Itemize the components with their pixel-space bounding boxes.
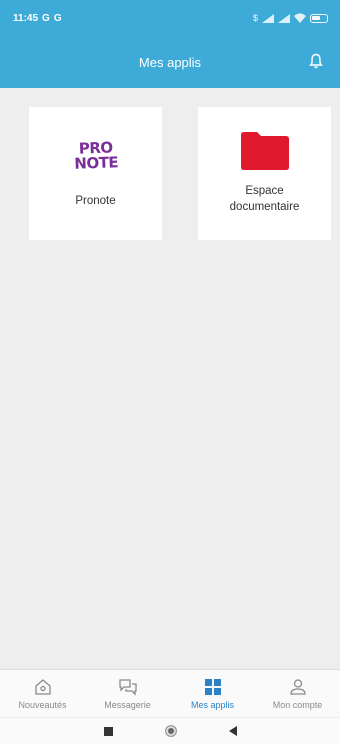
signal-icon	[262, 13, 274, 23]
status-left: 11:45 G G	[13, 13, 62, 24]
app-label: Pronote	[75, 195, 116, 207]
app-label: Espace documentaire	[229, 185, 300, 213]
bell-icon[interactable]	[305, 49, 327, 73]
app-tile-espace-documentaire[interactable]: Espace documentaire	[198, 107, 331, 240]
home-button[interactable]	[164, 725, 177, 737]
nav-label: Nouveautés	[18, 700, 67, 710]
wifi-icon	[294, 13, 306, 23]
apps-grid: PRO NOTE Pronote Espace documentaire	[0, 88, 340, 668]
notification-icon: G	[42, 12, 50, 24]
status-right: $	[253, 13, 328, 23]
bottom-nav: Nouveautés Messagerie Mes applis Mon com…	[0, 669, 340, 717]
page-title: Mes applis	[138, 54, 202, 70]
pronote-logo: PRO NOTE	[73, 134, 118, 177]
recents-button[interactable]	[103, 726, 113, 736]
signal-icon	[278, 13, 290, 23]
system-nav-bar	[0, 718, 340, 744]
chat-icon	[117, 677, 139, 697]
nav-item-messagerie[interactable]: Messagerie	[85, 670, 170, 717]
notification-icon: G	[53, 12, 62, 24]
nav-item-mes-applis[interactable]: Mes applis	[170, 670, 255, 717]
back-button[interactable]	[228, 726, 237, 736]
user-icon	[287, 677, 309, 697]
nav-item-mon-compte[interactable]: Mon compte	[255, 670, 340, 717]
battery-icon	[310, 13, 328, 23]
status-bar: 11:45 G G $	[0, 0, 340, 36]
bluetooth-icon: $	[252, 13, 258, 23]
nav-label: Mon compte	[272, 700, 323, 710]
app-tile-pronote[interactable]: PRO NOTE Pronote	[29, 107, 162, 240]
nav-label: Mes applis	[190, 700, 235, 710]
home-icon	[32, 677, 54, 697]
grid-icon	[202, 677, 224, 697]
folder-icon	[239, 131, 291, 171]
app-header: Mes applis	[0, 36, 340, 88]
nav-item-nouveautes[interactable]: Nouveautés	[0, 670, 85, 717]
status-time: 11:45	[13, 12, 39, 24]
nav-label: Messagerie	[104, 700, 151, 710]
logo-line-2: NOTE	[73, 153, 118, 173]
